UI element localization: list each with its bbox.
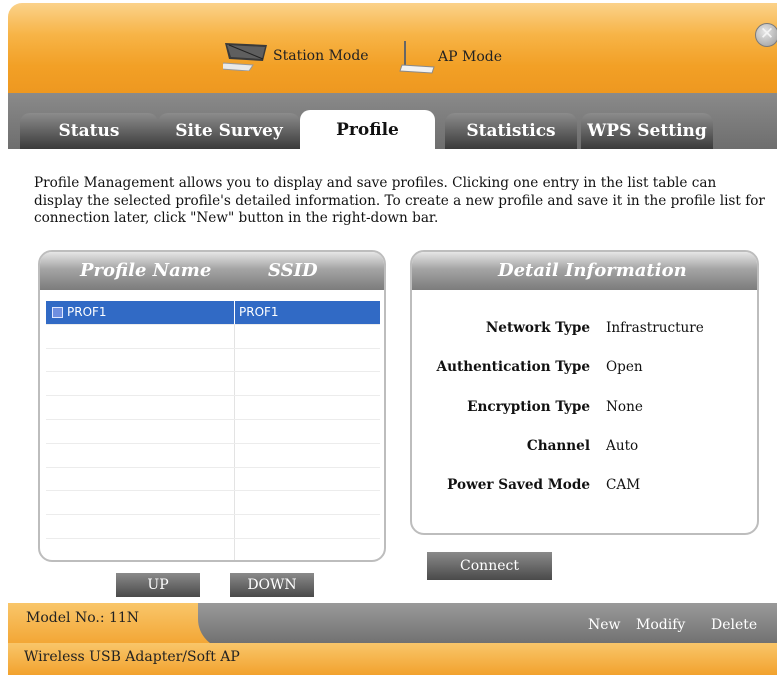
tab-site-survey[interactable]: Site Survey bbox=[158, 113, 300, 149]
access-point-icon bbox=[398, 39, 436, 75]
profile-description: Profile Management allows you to display… bbox=[34, 175, 765, 226]
network-type-value: Infrastructure bbox=[606, 320, 704, 336]
station-mode-option[interactable]: Station Mode bbox=[220, 41, 369, 72]
tab-status[interactable]: Status bbox=[20, 113, 158, 149]
app-window: ✕ Station Mode AP Mode Status Site Surve… bbox=[8, 3, 777, 675]
row-checkbox[interactable] bbox=[52, 307, 63, 318]
auth-type-label: Authentication Type bbox=[436, 359, 590, 375]
table-row[interactable] bbox=[46, 515, 380, 539]
table-row[interactable] bbox=[46, 443, 380, 468]
table-row[interactable] bbox=[46, 324, 380, 349]
ap-mode-label: AP Mode bbox=[438, 49, 502, 65]
profile-list-header: Profile Name SSID bbox=[40, 252, 384, 290]
network-type-label: Network Type bbox=[485, 320, 590, 336]
profile-table: PROF1 PROF1 bbox=[46, 301, 380, 560]
table-row[interactable] bbox=[46, 491, 380, 516]
detail-information-title: Detail Information bbox=[498, 260, 687, 281]
down-button[interactable]: DOWN bbox=[230, 573, 314, 597]
tab-statistics[interactable]: Statistics bbox=[445, 113, 577, 149]
up-button[interactable]: UP bbox=[116, 573, 200, 597]
delete-button[interactable]: Delete bbox=[711, 617, 757, 633]
table-row[interactable] bbox=[46, 538, 380, 560]
station-mode-icon bbox=[220, 41, 271, 72]
table-row[interactable] bbox=[46, 348, 380, 373]
close-icon[interactable]: ✕ bbox=[755, 23, 777, 47]
power-saved-mode-value: CAM bbox=[606, 477, 641, 493]
ap-mode-option[interactable]: AP Mode bbox=[398, 39, 502, 75]
ssid-column-header: SSID bbox=[268, 260, 318, 281]
tab-wps-setting[interactable]: WPS Setting bbox=[581, 113, 713, 149]
model-number: Model No.: 11N bbox=[26, 610, 140, 626]
detail-information-header: Detail Information bbox=[412, 252, 757, 290]
channel-value: Auto bbox=[606, 438, 639, 454]
profile-name-cell: PROF1 bbox=[67, 305, 107, 319]
table-row[interactable] bbox=[46, 372, 380, 397]
modify-button[interactable]: Modify bbox=[636, 617, 685, 633]
power-saved-mode-label: Power Saved Mode bbox=[447, 477, 590, 493]
table-row[interactable] bbox=[46, 396, 380, 420]
channel-label: Channel bbox=[526, 438, 590, 454]
mode-bar bbox=[8, 3, 777, 93]
encryption-type-label: Encryption Type bbox=[467, 399, 590, 415]
profile-list-panel: Profile Name SSID PROF1 PROF1 bbox=[38, 250, 386, 562]
table-row[interactable] bbox=[46, 467, 380, 492]
device-name: Wireless USB Adapter/Soft AP bbox=[24, 649, 240, 665]
table-row[interactable] bbox=[46, 419, 380, 444]
table-row[interactable]: PROF1 PROF1 bbox=[46, 301, 380, 325]
connect-button[interactable]: Connect bbox=[427, 552, 552, 580]
ssid-cell: PROF1 bbox=[239, 305, 279, 319]
new-button[interactable]: New bbox=[588, 617, 621, 633]
profile-name-column-header: Profile Name bbox=[80, 260, 212, 281]
station-mode-label: Station Mode bbox=[273, 48, 369, 64]
auth-type-value: Open bbox=[606, 359, 643, 375]
tab-profile[interactable]: Profile bbox=[300, 110, 435, 150]
encryption-type-value: None bbox=[606, 399, 643, 415]
